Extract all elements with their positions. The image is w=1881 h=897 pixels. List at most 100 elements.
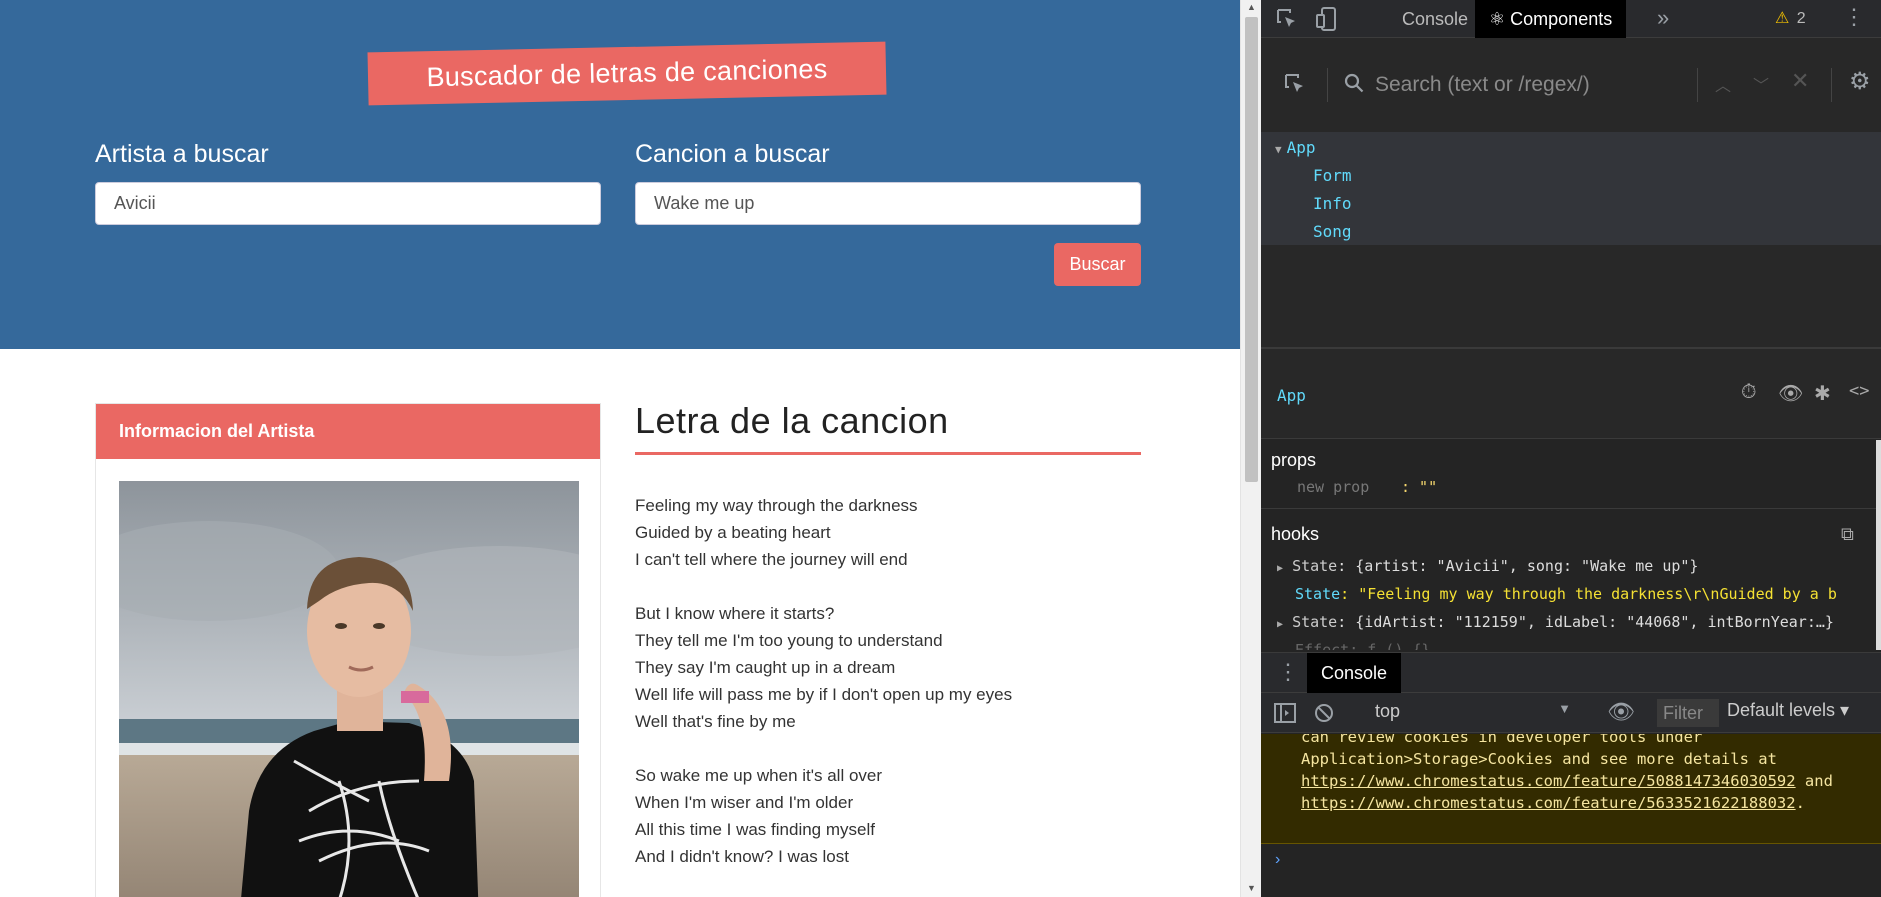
lyric-line: So wake me up when it's all over — [635, 766, 883, 785]
artist-input[interactable] — [95, 182, 601, 225]
source-code-icon[interactable]: <> — [1849, 381, 1869, 401]
lyric-line: And I didn't know? I was lost — [635, 847, 849, 866]
select-component-icon[interactable] — [1283, 72, 1307, 101]
lyric-line: I can't tell where the journey will end — [635, 550, 908, 569]
artist-card-title: Informacion del Artista — [96, 404, 600, 459]
console-toolbar: top ▼ 👁 Filter Default levels ▾ — [1261, 693, 1881, 733]
lyric-line: They say I'm caught up in a dream — [635, 658, 896, 677]
lyrics-stanza: Feeling my way through the darkness Guid… — [635, 492, 1141, 573]
warning-count: 2 — [1796, 10, 1806, 27]
chevron-up-icon[interactable]: ︿ — [1715, 72, 1731, 96]
selected-component-header: App ⏱ 👁 ✱ <> — [1261, 347, 1881, 439]
context-select[interactable]: top ▼ — [1375, 701, 1585, 727]
search-icon — [1343, 72, 1365, 99]
search-button[interactable]: Buscar — [1054, 243, 1141, 286]
scroll-down-icon[interactable]: ▼ — [1241, 883, 1262, 893]
lyric-line: Guided by a beating heart — [635, 523, 831, 542]
eye-icon[interactable]: 👁 — [1607, 699, 1635, 725]
selected-component-name: App — [1277, 386, 1306, 405]
drawer-tab-console[interactable]: Console — [1307, 653, 1402, 693]
components-toolbar: ︿ ﹀ ✕ ⚙ — [1261, 38, 1881, 132]
warnings-badge[interactable]: ⚠ 2 — [1775, 0, 1806, 38]
hook-row[interactable]: ▶ State: {idArtist: "112159", idLabel: "… — [1277, 613, 1834, 631]
lyric-line: But I know where it starts? — [635, 604, 835, 623]
scrollbar-thumb[interactable] — [1245, 17, 1258, 482]
more-tabs-icon[interactable]: » — [1657, 5, 1669, 31]
inspect-element-icon[interactable] — [1275, 7, 1299, 36]
gear-icon[interactable]: ⚙ — [1849, 67, 1871, 96]
lyrics-divider — [635, 452, 1141, 455]
chromestatus-link[interactable]: https://www.chromestatus.com/feature/508… — [1301, 772, 1796, 790]
new-prop-key[interactable]: new prop — [1297, 478, 1369, 496]
tree-node-info[interactable]: Info — [1313, 194, 1352, 213]
clear-search-icon[interactable]: ✕ — [1791, 68, 1809, 94]
device-toolbar-icon[interactable] — [1315, 6, 1339, 37]
component-tree: ▼ App Form Info Song — [1261, 132, 1881, 347]
warning-line: Application>Storage>Cookies and see more… — [1301, 750, 1777, 768]
warning-line: and — [1795, 772, 1833, 790]
props-scrollbar[interactable] — [1876, 440, 1881, 650]
eye-icon[interactable]: 👁 — [1778, 381, 1803, 406]
console-filter-input[interactable]: Filter — [1657, 699, 1719, 727]
hook-value: : {artist: "Avicii", song: "Wake me up"} — [1337, 557, 1699, 575]
tab-console[interactable]: Console — [1388, 0, 1482, 38]
drawer-menu-icon[interactable]: ⋮ — [1277, 659, 1299, 685]
devtools-tabbar: Console ⚛ Components » ⚠ 2 ⋮ — [1261, 0, 1881, 38]
lyric-line: Well life will pass me by if I don't ope… — [635, 685, 1013, 704]
tab-components[interactable]: ⚛ Components — [1475, 0, 1627, 38]
tree-node-form[interactable]: Form — [1313, 166, 1352, 185]
dropdown-arrow-icon: ▼ — [1558, 701, 1571, 716]
bug-icon[interactable]: ✱ — [1814, 381, 1831, 406]
section-divider — [1261, 508, 1876, 509]
tree-selection-highlight — [1261, 132, 1881, 245]
expand-arrow-icon[interactable]: ▼ — [1275, 143, 1282, 156]
expand-arrow-icon[interactable]: ▶ — [1277, 563, 1283, 574]
lyrics-title: Letra de la cancion — [635, 400, 949, 441]
warning-text: can review cookies in developer tools un… — [1301, 734, 1861, 814]
lyric-line: Feeling my way through the darkness — [635, 496, 918, 515]
lyrics-text: Feeling my way through the darkness Guid… — [635, 492, 1141, 897]
log-levels-dropdown[interactable]: Default levels ▾ — [1727, 700, 1849, 721]
song-label: Cancion a buscar — [635, 140, 830, 168]
tab-components-label: Components — [1510, 9, 1613, 29]
component-search-input[interactable] — [1375, 68, 1685, 102]
stopwatch-icon[interactable]: ⏱ — [1741, 381, 1757, 404]
sidebar-toggle-icon[interactable] — [1273, 702, 1297, 729]
toolbar-divider — [1327, 68, 1328, 102]
copy-icon[interactable]: ⧉ — [1841, 524, 1854, 545]
hook-row[interactable]: State: "Feeling my way through the darkn… — [1295, 585, 1837, 603]
toolbar-divider — [1831, 68, 1832, 102]
hook-label: Effect — [1295, 641, 1350, 650]
artist-label: Artista a buscar — [95, 140, 269, 168]
lyric-line: They tell me I'm too young to understand — [635, 631, 943, 650]
console-warning-message: can review cookies in developer tools un… — [1261, 734, 1881, 844]
kebab-menu-icon[interactable]: ⋮ — [1843, 4, 1865, 30]
new-prop-value[interactable]: : "" — [1401, 478, 1437, 496]
clear-console-icon[interactable] — [1313, 702, 1335, 729]
artist-photo — [119, 481, 579, 897]
warning-line: can review cookies in developer tools un… — [1301, 734, 1703, 746]
song-input[interactable] — [635, 182, 1141, 225]
console-drawer: ⋮ Console top ▼ 👁 Filter Default levels … — [1261, 652, 1881, 897]
page-scrollbar[interactable]: ▲ ▼ — [1240, 0, 1261, 897]
page-title: Buscador de letras de canciones — [367, 41, 887, 106]
hook-label: State — [1295, 585, 1341, 603]
warning-icon: ⚠ — [1775, 10, 1790, 27]
chevron-down-icon[interactable]: ﹀ — [1753, 72, 1769, 96]
hook-row[interactable]: Effect: f () {} — [1295, 641, 1430, 650]
hook-row[interactable]: ▶ State: {artist: "Avicii", song: "Wake … — [1277, 557, 1698, 575]
console-prompt[interactable]: › — [1275, 851, 1280, 869]
lyric-line: All this time I was finding myself — [635, 820, 875, 839]
scroll-up-icon[interactable]: ▲ — [1241, 2, 1262, 12]
lyric-line: Well that's fine by me — [635, 712, 796, 731]
devtools-panel: Console ⚛ Components » ⚠ 2 ⋮ ︿ ﹀ ✕ ⚙ ▼ Ap… — [1261, 0, 1881, 897]
search-header: Buscador de letras de canciones Artista … — [0, 0, 1240, 349]
tree-node-app[interactable]: ▼ App — [1275, 138, 1316, 157]
hooks-title: hooks — [1271, 524, 1320, 544]
chromestatus-link[interactable]: https://www.chromestatus.com/feature/563… — [1301, 794, 1796, 812]
expand-arrow-icon[interactable]: ▶ — [1277, 619, 1283, 630]
web-page: Buscador de letras de canciones Artista … — [0, 0, 1240, 897]
tree-node-song[interactable]: Song — [1313, 222, 1352, 241]
toolbar-divider — [1697, 68, 1698, 102]
lyrics-stanza: So wake me up when it's all over When I'… — [635, 762, 1141, 870]
